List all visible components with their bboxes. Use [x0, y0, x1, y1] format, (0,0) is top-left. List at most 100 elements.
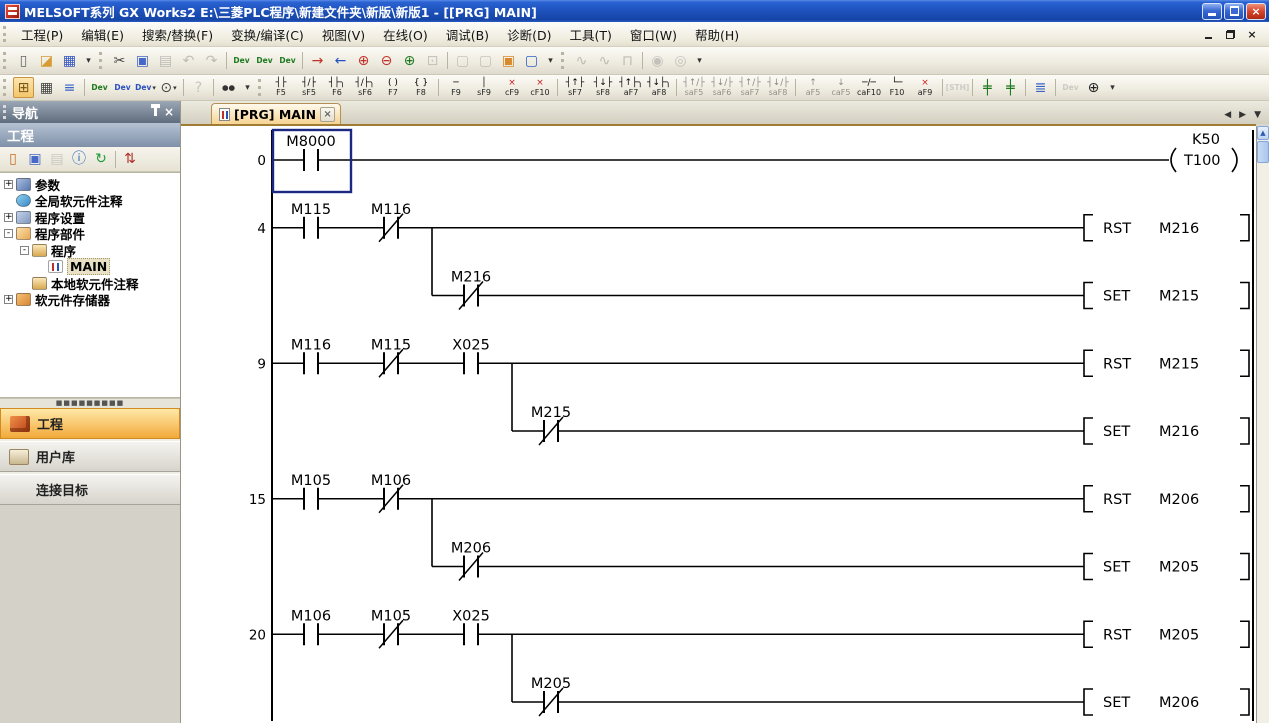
coil[interactable]: ( )F7	[380, 77, 406, 99]
mdi-restore-button[interactable]	[1223, 28, 1237, 41]
tree-item-程序[interactable]: -程序	[0, 242, 180, 259]
sort[interactable]: ⇅	[120, 149, 140, 169]
copy-item[interactable]: ▣	[25, 149, 45, 169]
menu-find-replace[interactable]: 搜索/替换(F)	[133, 22, 222, 47]
delete-horizontal-line[interactable]: ×cF9	[499, 77, 525, 99]
monitor-start[interactable]: ⊕	[353, 50, 374, 71]
toolbar-overflow[interactable]: ▾	[1106, 77, 1119, 98]
work-window-list[interactable]: ≡	[59, 77, 80, 98]
ladder-editor-canvas[interactable]: 0M8000T100K504M115M116RSTM216M216SETM215…	[181, 124, 1256, 723]
cut[interactable]: ✂	[109, 50, 130, 71]
collapse-icon[interactable]: -	[20, 246, 29, 255]
menu-compile[interactable]: 变换/编译(C)	[222, 22, 313, 47]
property[interactable]: ⓘ	[69, 149, 89, 169]
statement-batch-edit[interactable]: ≣	[1030, 77, 1051, 98]
expand-icon[interactable]: +	[4, 295, 13, 304]
tree-item-全局软元件注释[interactable]: 全局软元件注释	[0, 193, 180, 210]
tree-item-软元件存储器[interactable]: +软元件存储器	[0, 292, 180, 309]
open-project[interactable]: ◪	[36, 50, 57, 71]
vertical-line[interactable]: │sF9	[471, 77, 497, 99]
draw-line[interactable]: └─F10	[884, 77, 910, 99]
copy[interactable]: ▣	[132, 50, 153, 71]
toolbar-overflow[interactable]: ▾	[544, 50, 557, 71]
toolbar-grip[interactable]	[561, 52, 566, 70]
pin-icon[interactable]	[154, 108, 157, 116]
menu-window[interactable]: 窗口(W)	[621, 22, 686, 47]
tab-list-icon[interactable]: ▼	[1254, 110, 1261, 120]
mdi-close-button[interactable]: ×	[1245, 28, 1259, 41]
device-comment-list[interactable]: Dev	[89, 77, 110, 98]
tab-close-icon[interactable]: ×	[320, 107, 335, 122]
new-project[interactable]: ▯	[13, 50, 34, 71]
scroll-up-button[interactable]: ▲	[1257, 126, 1269, 140]
delete-line[interactable]: ×aF9	[912, 77, 938, 99]
tab-scroll-right-icon[interactable]: ▶	[1239, 110, 1246, 120]
invert-result[interactable]: ─∕─caF10	[856, 77, 882, 99]
device-search[interactable]: ⊙▾	[158, 77, 179, 98]
device-test[interactable]: Dev	[277, 50, 298, 71]
menu-project[interactable]: 工程(P)	[12, 22, 72, 47]
menu-edit[interactable]: 编辑(E)	[72, 22, 133, 47]
open-contact[interactable]: ┤├F5	[268, 77, 294, 99]
tree-item-参数[interactable]: +参数	[0, 176, 180, 193]
monitor-stop[interactable]: ⊖	[376, 50, 397, 71]
panel-splitter[interactable]: ■■■■■■■■■	[0, 398, 180, 408]
application-instruction[interactable]: { }F8	[408, 77, 434, 99]
panel-close-icon[interactable]: ×	[164, 107, 174, 117]
tree-item-本地软元件注释[interactable]: 本地软元件注释	[0, 275, 180, 292]
menu-tool[interactable]: 工具(T)	[560, 22, 620, 47]
toolbar-grip[interactable]	[3, 26, 8, 42]
device-display-mode[interactable]: Dev▾	[135, 77, 156, 98]
horizontal-line[interactable]: ─F9	[443, 77, 469, 99]
scroll-thumb[interactable]	[1257, 141, 1269, 163]
panel-button-connection-destination[interactable]: 连接目标	[0, 474, 180, 505]
toolbar-grip[interactable]	[258, 79, 263, 96]
toolbar-grip[interactable]	[3, 52, 8, 70]
falling-pulse-branch[interactable]: ┤↓├╮aF8	[646, 77, 672, 99]
delete-vertical-line[interactable]: ×cF10	[527, 77, 553, 99]
toolbar-overflow[interactable]: ▾	[693, 50, 706, 71]
monitor-write-start[interactable]: ⊕	[399, 50, 420, 71]
rising-pulse[interactable]: ┤↑├sF7	[562, 77, 588, 99]
panel-button-project[interactable]: 工程	[0, 408, 180, 439]
zoom[interactable]: ⊕	[1083, 77, 1104, 98]
toolbar-overflow[interactable]: ▾	[241, 77, 254, 98]
tree-item-程序设置[interactable]: +程序设置	[0, 209, 180, 226]
close-contact[interactable]: ┤∕├sF5	[296, 77, 322, 99]
find[interactable]: ●●	[218, 77, 239, 98]
navigation-window-toggle[interactable]: ⊞	[13, 77, 34, 98]
toolbar-grip[interactable]	[99, 52, 104, 70]
toolbar-grip[interactable]	[3, 79, 8, 96]
menu-view[interactable]: 视图(V)	[313, 22, 374, 47]
vertical-scrollbar[interactable]: ▲	[1256, 126, 1269, 723]
module-configuration[interactable]: ▦	[36, 77, 57, 98]
menu-debug[interactable]: 调试(B)	[437, 22, 498, 47]
collapse-icon[interactable]: -	[4, 229, 13, 238]
tab-scroll-left-icon[interactable]: ◀	[1224, 110, 1231, 120]
panel-grip[interactable]	[3, 105, 8, 120]
open-branch[interactable]: ┤├╮F6	[324, 77, 350, 99]
write-ladder-block[interactable]: ╪	[1000, 77, 1021, 98]
tree-item-main[interactable]: MAIN	[0, 259, 180, 276]
menu-online[interactable]: 在线(O)	[374, 22, 437, 47]
menu-diagnostics[interactable]: 诊断(D)	[498, 22, 560, 47]
refresh[interactable]: ↻	[91, 149, 111, 169]
edit-ladder-block[interactable]: ╪	[977, 77, 998, 98]
menu-help[interactable]: 帮助(H)	[686, 22, 748, 47]
close-button[interactable]: ×	[1246, 3, 1266, 20]
falling-pulse[interactable]: ┤↓├sF8	[590, 77, 616, 99]
device-monitor[interactable]: Dev	[254, 50, 275, 71]
toolbar-overflow[interactable]: ▾	[82, 50, 95, 71]
pc-communication[interactable]: ▢	[521, 50, 542, 71]
ladder-diagram[interactable]: 0M8000T100K504M115M116RSTM216M216SETM215…	[181, 126, 1256, 721]
device-comment[interactable]: Dev	[231, 50, 252, 71]
tree-item-程序部件[interactable]: -程序部件	[0, 226, 180, 243]
panel-button-user-library[interactable]: 用户库	[0, 441, 180, 472]
tab-prg-main[interactable]: [PRG] MAIN ×	[211, 103, 341, 124]
close-branch[interactable]: ┤∕├╮sF6	[352, 77, 378, 99]
expand-icon[interactable]: +	[4, 213, 13, 222]
device-batch-replace[interactable]: Dev	[112, 77, 133, 98]
rising-pulse-branch[interactable]: ┤↑├╮aF7	[618, 77, 644, 99]
new-item[interactable]: ▯	[3, 149, 23, 169]
restore-button[interactable]	[1224, 3, 1244, 20]
